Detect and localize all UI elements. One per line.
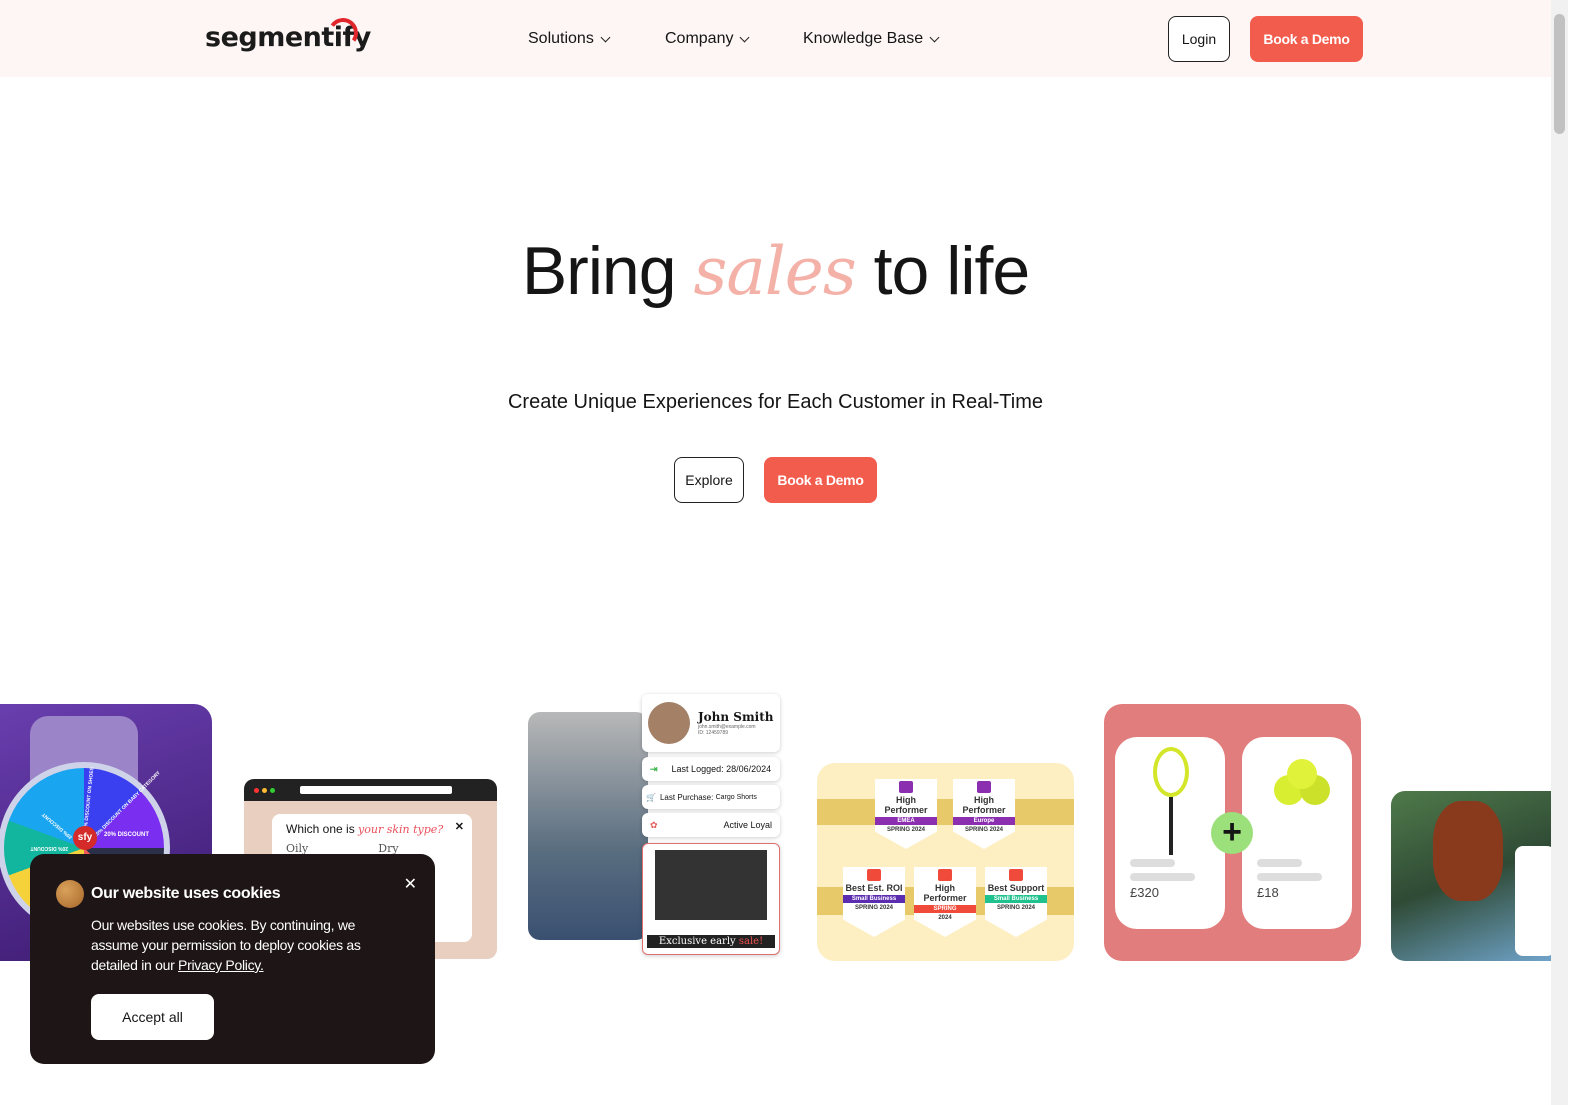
- title-accent: sales: [693, 233, 856, 310]
- woman-photo: [1433, 801, 1503, 901]
- cookie-title: Our website uses cookies: [91, 885, 281, 902]
- close-icon[interactable]: ✕: [404, 874, 417, 894]
- nav-label: Solutions: [528, 30, 594, 47]
- scrollbar[interactable]: [1551, 0, 1568, 1105]
- cookie-icon: [56, 880, 84, 908]
- g2-logo-icon: [867, 869, 881, 881]
- gym-equipment-image: [655, 850, 767, 920]
- title-part: Bring: [521, 233, 677, 309]
- nav-label: Knowledge Base: [803, 30, 924, 47]
- segmentify-logo[interactable]: segmentify: [205, 15, 371, 53]
- chevron-down-icon: [929, 32, 940, 42]
- g2-badge: High Performer SPRING 2024: [914, 867, 976, 937]
- badge-title: Best Support: [987, 883, 1045, 893]
- status-row: ✿ Active Loyal: [642, 813, 780, 837]
- badge-ribbon: Small Business: [843, 895, 905, 903]
- g2-badge: Best Support Small Business SPRING 2024: [985, 867, 1047, 937]
- nav-knowledge-base[interactable]: Knowledge Base: [803, 30, 940, 48]
- login-button[interactable]: Login: [1168, 16, 1230, 62]
- hero-title: Bring sales to life: [0, 232, 1551, 310]
- price: £320: [1130, 885, 1159, 900]
- scrollbar-thumb[interactable]: [1554, 14, 1565, 134]
- customer-sms-card: [1391, 791, 1551, 961]
- avatar: [648, 702, 690, 744]
- badge-ribbon: EMEA: [875, 817, 937, 825]
- g2-logo-icon: [1009, 869, 1023, 881]
- promo-card: Exclusive early sale!: [642, 843, 780, 955]
- accept-all-button[interactable]: Accept all: [91, 994, 214, 1040]
- g2-logo-icon: [938, 869, 952, 881]
- badge-title: Best Est. ROI: [845, 883, 903, 893]
- sms-preview: [1515, 846, 1551, 956]
- quiz-question: Which one is: [286, 822, 355, 836]
- heart-badge-icon: ✿: [650, 819, 658, 830]
- badge-title: High Performer: [962, 795, 1006, 815]
- badge-ribbon: Europe: [953, 817, 1015, 825]
- profile-id: ID: 12459789: [698, 730, 729, 736]
- chevron-down-icon: [600, 32, 611, 42]
- nav-solutions[interactable]: Solutions: [528, 30, 611, 48]
- cookie-banner: Our website uses cookies ✕ Our websites …: [30, 854, 435, 1064]
- price: £18: [1257, 885, 1279, 900]
- g2-badge: High Performer Europe SPRING 2024: [953, 779, 1015, 849]
- profile-card: John Smith john.smith@example.com ID: 12…: [642, 694, 780, 752]
- product-bundle-card: £320 £18 +: [1104, 704, 1361, 961]
- top-navbar: segmentify Solutions Company Knowledge B…: [0, 0, 1551, 77]
- customer-photo: [528, 712, 648, 940]
- badge-season: SPRING 2024: [854, 905, 894, 911]
- wheel-center: sfy: [73, 826, 97, 850]
- promo-text: Exclusive early: [658, 936, 736, 947]
- browser-bar: [244, 779, 497, 801]
- badge-season: SPRING 2024: [964, 827, 1004, 833]
- g2-logo-icon: [899, 781, 913, 793]
- g2-logo-icon: [977, 781, 991, 793]
- last-purchase-label: Last Purchase:: [659, 792, 714, 802]
- login-icon: ⇥: [650, 763, 658, 774]
- last-logged-row: ⇥ Last Logged: 28/06/2024: [642, 757, 780, 781]
- nav-company[interactable]: Company: [665, 30, 750, 48]
- chevron-down-icon: [740, 32, 750, 42]
- status-badge: Active Loyal: [723, 820, 772, 830]
- racket-image: [1153, 747, 1189, 797]
- promo-accent: sale!: [738, 936, 764, 947]
- wheel-segment-label: 20% DISCOUNT: [104, 832, 150, 838]
- hero-subtitle: Create Unique Experiences for Each Custo…: [507, 391, 1044, 413]
- cart-icon: 🛒: [646, 792, 656, 802]
- last-purchase: Cargo Shorts: [715, 793, 757, 801]
- privacy-policy-link[interactable]: Privacy Policy.: [178, 957, 264, 973]
- badge-ribbon: SPRING: [914, 905, 976, 913]
- product-card-racket: £320: [1115, 737, 1225, 929]
- badge-ribbon: Small Business: [985, 895, 1047, 903]
- last-purchase-row: 🛒 Last Purchase: Cargo Shorts: [642, 785, 780, 809]
- explore-button[interactable]: Explore: [674, 457, 744, 503]
- quiz-question-accent: your skin type?: [358, 823, 444, 836]
- g2-badge: High Performer EMEA SPRING 2024: [875, 779, 937, 849]
- badge-title: High Performer: [884, 795, 928, 815]
- badge-season: 2024: [938, 915, 952, 921]
- product-card-balls: £18: [1242, 737, 1352, 929]
- close-icon[interactable]: ✕: [455, 820, 464, 833]
- g2-badge: Best Est. ROI Small Business SPRING 2024: [843, 867, 905, 937]
- nav-label: Company: [665, 30, 734, 47]
- badge-season: SPRING 2024: [996, 905, 1036, 911]
- badge-season: SPRING 2024: [886, 827, 926, 833]
- g2-badges-card: High Performer EMEA SPRING 2024 High Perfor…: [817, 763, 1074, 961]
- plus-icon: +: [1211, 812, 1253, 854]
- last-logged: Last Logged: 28/06/2024: [671, 764, 772, 774]
- wheel-segment-label: 20% DISCOUNT: [30, 845, 68, 851]
- title-part: to life: [873, 233, 1031, 309]
- hero-book-demo-button[interactable]: Book a Demo: [764, 457, 877, 503]
- badge-title: High Performer: [923, 883, 967, 903]
- profile-name: John Smith: [698, 710, 774, 724]
- book-demo-button[interactable]: Book a Demo: [1250, 16, 1363, 62]
